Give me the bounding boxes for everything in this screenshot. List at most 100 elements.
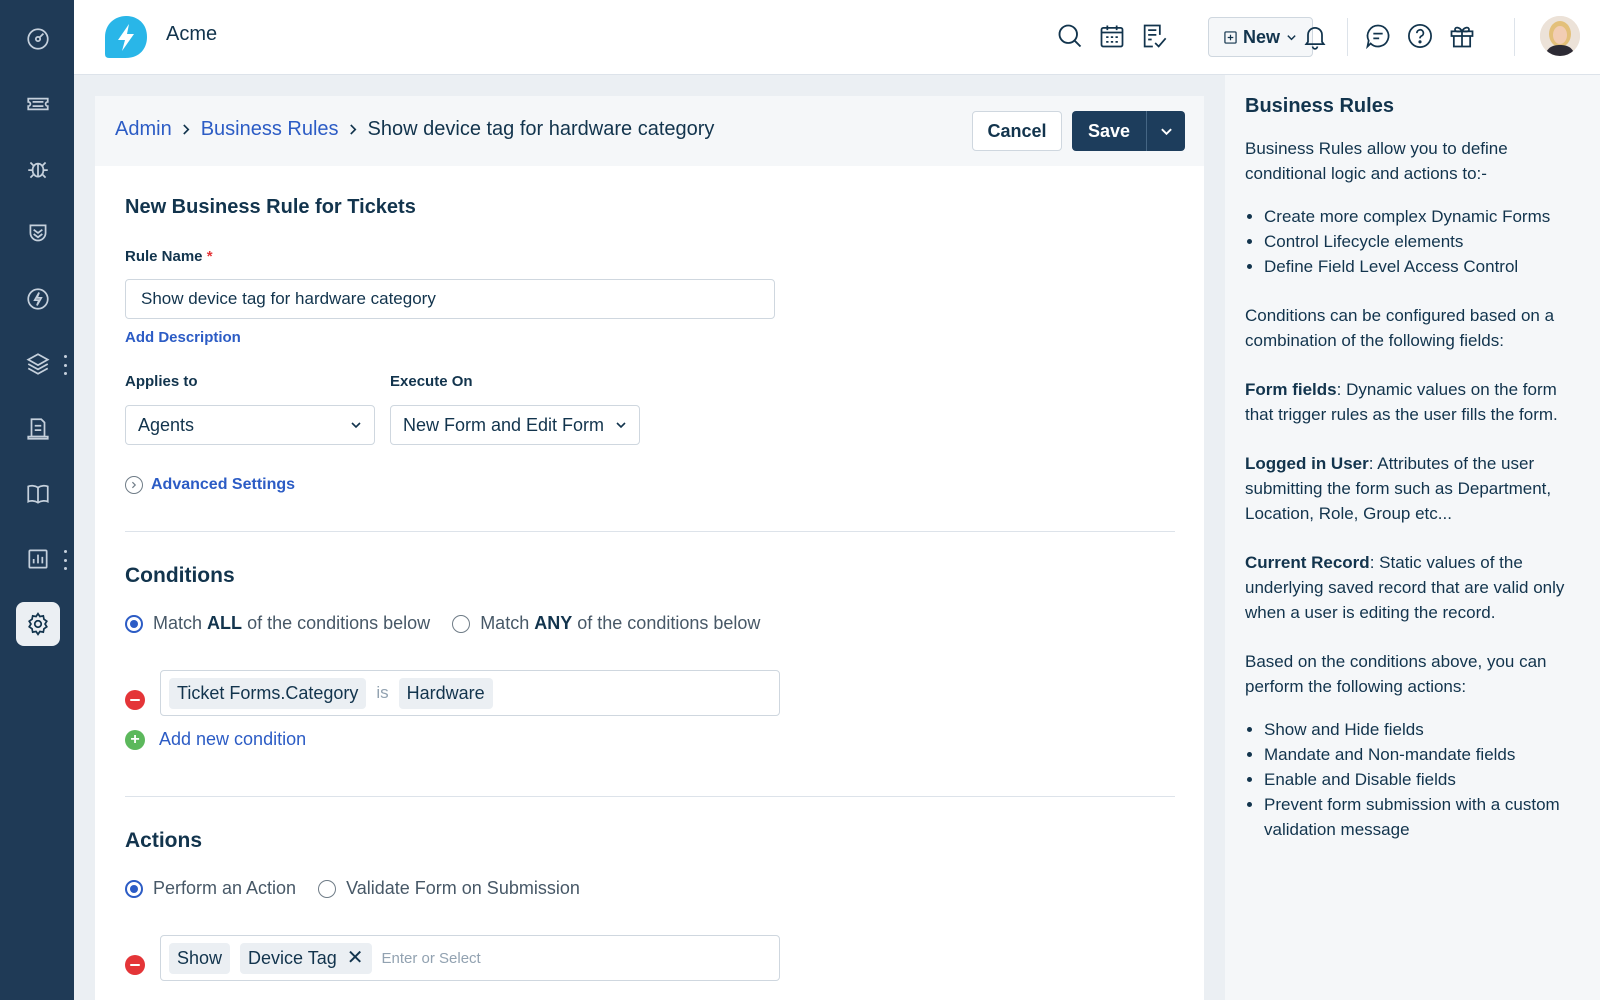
chevron-right-icon [182, 124, 190, 135]
app-name: Acme [166, 23, 218, 45]
help-logged-user: Logged in User: Attributes of the user s… [1245, 454, 1552, 523]
list-item: Create more complex Dynamic Forms [1264, 204, 1580, 229]
add-condition-button[interactable]: + Add new condition [125, 729, 306, 750]
execute-on-select[interactable]: New Form and Edit Form [390, 405, 640, 445]
radio-perform-action[interactable] [125, 879, 143, 898]
breadcrumb-business-rules[interactable]: Business Rules [201, 118, 339, 141]
save-button[interactable]: Save [1072, 111, 1146, 151]
admin-gear-icon[interactable] [16, 602, 60, 646]
applies-to-label: Applies to [125, 373, 198, 390]
plus-square-icon [1224, 30, 1237, 44]
perform-action-option[interactable]: Perform an Action [125, 878, 296, 899]
chevron-right-icon [349, 124, 356, 135]
notes-icon[interactable] [1138, 20, 1170, 52]
actions-title: Actions [125, 829, 203, 852]
assets-icon[interactable] [16, 342, 60, 386]
forms-icon[interactable] [16, 407, 60, 451]
perform-action-label: Perform an Action [153, 878, 297, 898]
advanced-settings-label: Advanced Settings [151, 476, 296, 493]
rule-name-input[interactable]: Show device tag for hardware category [125, 279, 775, 319]
remove-action-button[interactable] [125, 954, 145, 975]
radio-match-all[interactable] [125, 614, 143, 633]
required-marker: * [206, 248, 213, 265]
condition-expression[interactable]: Ticket Forms.Category is Hardware [160, 670, 780, 716]
rule-name-label: Rule Name * [125, 248, 213, 265]
chevron-down-icon [616, 422, 626, 429]
condition-row: Ticket Forms.Category is Hardware [125, 670, 780, 716]
tickets-icon[interactable] [16, 82, 60, 126]
validate-form-option[interactable]: Validate Form on Submission [318, 878, 580, 899]
plus-circle-icon: + [125, 729, 145, 750]
action-expression[interactable]: Show Device Tag ✕ Enter or Select [160, 935, 780, 981]
radio-validate-form[interactable] [318, 879, 337, 898]
chevron-down-icon [351, 422, 361, 429]
execute-on-label: Execute On [390, 373, 473, 390]
action-row: Show Device Tag ✕ Enter or Select [125, 935, 780, 981]
help-form-fields: Form fields: Dynamic values on the form … [1245, 380, 1558, 424]
list-item: Control Lifecycle elements [1264, 229, 1580, 254]
condition-operator[interactable]: is [376, 683, 388, 703]
problems-icon[interactable] [16, 147, 60, 191]
validate-form-label: Validate Form on Submission [346, 878, 580, 898]
action-type-radio-group: Perform an Action Validate Form on Submi… [125, 878, 602, 899]
condition-value-chip[interactable]: Hardware [398, 677, 493, 709]
app-logo-icon[interactable] [104, 15, 148, 59]
bell-icon[interactable] [1299, 20, 1331, 52]
help-current-record: Current Record: Static values of the und… [1245, 553, 1565, 622]
help-conditions-text: Conditions can be configured based on a … [1245, 306, 1555, 350]
calendar-icon[interactable] [1096, 20, 1128, 52]
match-any-option[interactable]: Match ANY of the conditions below [452, 613, 760, 634]
form-title: New Business Rule for Tickets [125, 196, 416, 218]
list-item: Prevent form submission with a custom va… [1264, 792, 1580, 842]
close-icon[interactable]: ✕ [347, 948, 364, 968]
advanced-settings-toggle[interactable]: Advanced Settings [125, 476, 295, 494]
action-type-chip[interactable]: Show [169, 942, 231, 974]
help-intro: Business Rules allow you to define condi… [1245, 139, 1508, 183]
changes-icon[interactable] [16, 212, 60, 256]
cancel-button[interactable]: Cancel [972, 111, 1062, 151]
help-actions-list: Show and Hide fields Mandate and Non-man… [1245, 717, 1580, 842]
dashboard-icon[interactable] [16, 17, 60, 61]
list-item: Mandate and Non-mandate fields [1264, 742, 1580, 767]
save-options-button[interactable] [1146, 111, 1185, 151]
action-field-label: Device Tag [248, 947, 337, 968]
section-divider [125, 531, 1175, 532]
releases-icon[interactable] [16, 277, 60, 321]
avatar[interactable] [1540, 16, 1580, 56]
action-field-input[interactable]: Enter or Select [382, 950, 481, 967]
assets-more-icon[interactable] [62, 355, 68, 375]
page-header: Admin Business Rules Show device tag for… [95, 96, 1204, 166]
help-title: Business Rules [1245, 95, 1394, 117]
applies-to-select[interactable]: Agents [125, 405, 375, 445]
list-item: Define Field Level Access Control [1264, 254, 1580, 279]
new-button-label: New [1242, 26, 1280, 47]
radio-match-any[interactable] [452, 614, 471, 633]
remove-condition-button[interactable] [125, 689, 145, 710]
conditions-title: Conditions [125, 564, 235, 587]
help-panel: Business Rules Business Rules allow you … [1225, 75, 1600, 1000]
chat-icon[interactable] [1362, 20, 1394, 52]
gift-icon[interactable] [1446, 20, 1478, 52]
new-button[interactable]: New [1208, 17, 1313, 57]
help-capabilities-list: Create more complex Dynamic Forms Contro… [1245, 204, 1580, 279]
chevron-down-icon [1160, 128, 1172, 135]
save-button-group: Save [1072, 111, 1185, 151]
breadcrumb: Admin Business Rules Show device tag for… [115, 118, 714, 141]
breadcrumb-admin[interactable]: Admin [115, 118, 172, 141]
help-icon[interactable] [1404, 20, 1436, 52]
page-title: Show device tag for hardware category [367, 118, 715, 140]
add-description-link[interactable]: Add Description [125, 329, 241, 346]
topbar-divider [1347, 18, 1348, 56]
top-bar: Acme New [74, 0, 1600, 75]
solutions-icon[interactable] [16, 472, 60, 516]
search-icon[interactable] [1054, 20, 1086, 52]
action-field-chip[interactable]: Device Tag ✕ [240, 942, 372, 974]
help-actions-text: Based on the conditions above, you can p… [1245, 652, 1547, 696]
reports-more-icon[interactable] [62, 550, 68, 570]
reports-icon[interactable] [16, 537, 60, 581]
left-sidebar [0, 0, 74, 1000]
match-all-option[interactable]: Match ALL of the conditions below [125, 613, 430, 634]
rule-name-label-text: Rule Name [125, 248, 203, 265]
condition-field-chip[interactable]: Ticket Forms.Category [169, 677, 367, 709]
section-divider [125, 796, 1175, 797]
